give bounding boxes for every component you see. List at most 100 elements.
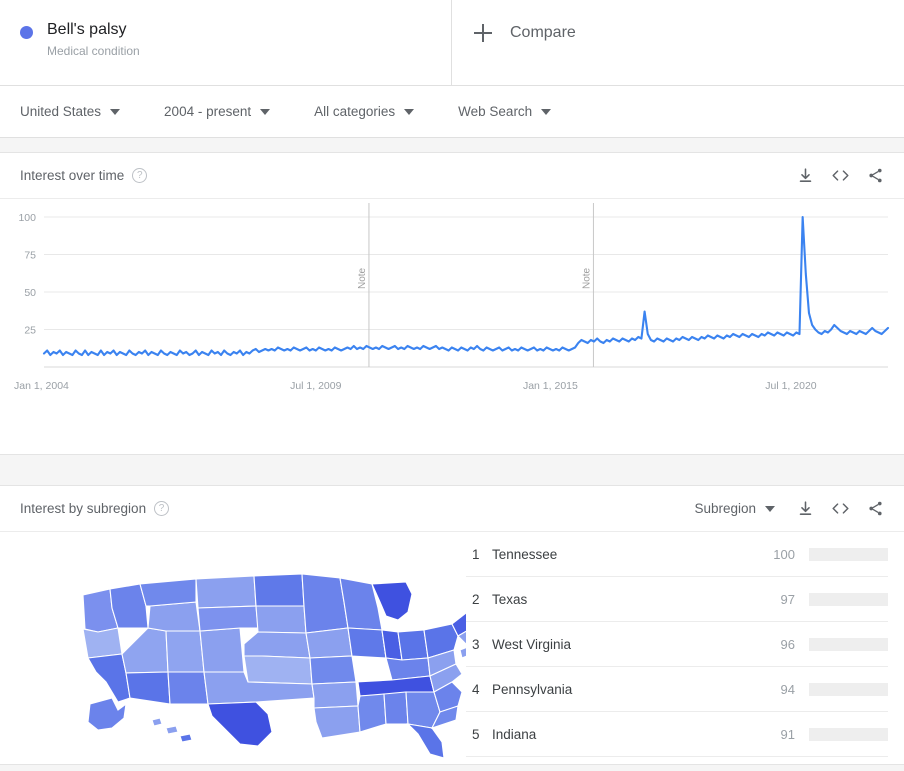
state-north-dakota (253, 573, 305, 607)
state-colorado (199, 627, 245, 673)
state-hawaii-2 (165, 725, 179, 735)
filter-time-range-label: 2004 - present (164, 104, 252, 119)
help-icon[interactable]: ? (154, 501, 170, 516)
state-hawaii-3 (179, 733, 193, 743)
region-name: Texas (492, 591, 528, 607)
subregion-rank-list: 1 Tennessee 100 2 Texas 97 3 West Virgin… (466, 532, 904, 764)
region-value: 97 (780, 591, 795, 607)
state-nevada (121, 627, 169, 674)
state-alaska (87, 697, 127, 731)
rank-number: 4 (472, 681, 480, 697)
chevron-down-icon (404, 108, 415, 115)
x-axis-tick: Jan 1, 2015 (523, 380, 578, 392)
region-name: Pennsylvania (492, 681, 573, 697)
region-value: 94 (780, 681, 795, 697)
filter-location-label: United States (20, 104, 102, 119)
state-kansas (243, 655, 313, 685)
table-row[interactable]: 2 Texas 97 (466, 577, 888, 622)
region-bar (809, 547, 888, 561)
state-ohio (397, 629, 429, 661)
united-states-choropleth-map[interactable] (0, 532, 466, 764)
interest-over-time-chart[interactable]: 25 50 75 100 Note Note Jan 1, 2004 Jul 1, 2009 J… (0, 199, 904, 454)
interest-by-subregion-body: 1 Tennessee 100 2 Texas 97 3 West Virgin… (0, 532, 904, 764)
interest-by-subregion-title: Interest by subregion (20, 501, 147, 516)
embed-code-icon[interactable] (829, 498, 851, 520)
table-row[interactable]: 3 West Virginia 96 (466, 622, 888, 667)
region-value: 96 (780, 636, 795, 652)
region-value: 91 (780, 726, 795, 742)
interest-over-time-card: Interest over time ? 25 50 75 100 Note Note Ja… (0, 152, 904, 455)
chevron-down-icon (541, 108, 552, 115)
state-north-dakota-w (195, 575, 257, 609)
embed-code-icon[interactable] (829, 165, 851, 187)
region-name: West Virginia (492, 636, 572, 652)
filter-bar: United States 2004 - present All categor… (0, 86, 904, 138)
section-gap-top (0, 138, 904, 152)
region-name: Indiana (492, 726, 537, 742)
subregion-dropdown[interactable]: Subregion (694, 501, 775, 516)
region-name: Tennessee (492, 546, 558, 562)
region-bar (809, 682, 888, 696)
chevron-down-icon (765, 505, 775, 512)
y-axis-tick: 100 (18, 212, 36, 224)
filter-search-type[interactable]: Web Search (458, 104, 552, 119)
state-louisiana (313, 705, 361, 739)
x-axis-tick: Jan 1, 2004 (14, 380, 69, 392)
us-map-svg (82, 573, 466, 759)
state-alabama (383, 691, 409, 725)
interest-over-time-title: Interest over time (20, 168, 125, 183)
state-iowa (305, 627, 353, 659)
help-icon[interactable]: ? (132, 168, 148, 183)
table-row[interactable]: 4 Pennsylvania 94 (466, 667, 888, 712)
download-icon[interactable] (794, 498, 816, 520)
add-compare-button[interactable]: Compare (452, 0, 904, 85)
compare-label: Compare (510, 24, 576, 41)
state-maryland (459, 647, 466, 659)
filter-location[interactable]: United States (20, 104, 121, 119)
state-south-dakota (255, 605, 307, 634)
filter-category-label: All categories (314, 104, 396, 119)
state-mississippi (357, 693, 387, 733)
rank-number: 1 (472, 546, 480, 562)
share-icon[interactable] (864, 498, 886, 520)
query-subtitle: Medical condition (47, 44, 140, 58)
share-icon[interactable] (864, 165, 886, 187)
state-utah (165, 630, 205, 673)
note-marker-label[interactable]: Note (581, 267, 592, 289)
rank-number: 2 (472, 591, 480, 607)
state-new-mexico (167, 671, 209, 705)
query-title: Bell's palsy (47, 21, 127, 38)
y-axis-tick: 75 (24, 250, 36, 262)
x-axis-tick: Jul 1, 2020 (765, 380, 817, 392)
region-bar (809, 637, 888, 651)
state-hawaii-1 (151, 717, 163, 727)
trends-page: Bell's palsy Medical condition Compare U… (0, 0, 904, 771)
rank-number: 3 (472, 636, 480, 652)
query-bar: Bell's palsy Medical condition Compare (0, 0, 904, 86)
state-illinois (347, 627, 387, 659)
filter-time-range[interactable]: 2004 - present (164, 104, 271, 119)
table-row[interactable]: 5 Indiana 91 (466, 712, 888, 757)
series-color-dot (20, 26, 33, 39)
filter-category[interactable]: All categories (314, 104, 415, 119)
interest-over-time-header: Interest over time ? (0, 153, 904, 199)
plus-icon (474, 24, 492, 42)
table-row[interactable]: 1 Tennessee 100 (466, 532, 888, 577)
state-texas (207, 701, 273, 747)
x-axis-tick: Jul 1, 2009 (290, 380, 342, 392)
filter-search-type-label: Web Search (458, 104, 533, 119)
y-axis-tick: 25 (24, 325, 36, 337)
download-icon[interactable] (794, 165, 816, 187)
note-marker-label[interactable]: Note (357, 267, 368, 289)
trend-line-series[interactable] (42, 215, 890, 357)
region-bar (809, 592, 888, 606)
query-card-bells-palsy[interactable]: Bell's palsy Medical condition (0, 0, 452, 85)
state-oregon (82, 627, 123, 659)
y-axis-tick: 50 (24, 287, 36, 299)
state-wyoming (197, 605, 259, 632)
state-nebraska (243, 631, 311, 659)
subregion-dropdown-label: Subregion (694, 501, 756, 516)
state-arizona (125, 671, 171, 705)
rank-number: 5 (472, 726, 480, 742)
region-value: 100 (773, 546, 795, 562)
